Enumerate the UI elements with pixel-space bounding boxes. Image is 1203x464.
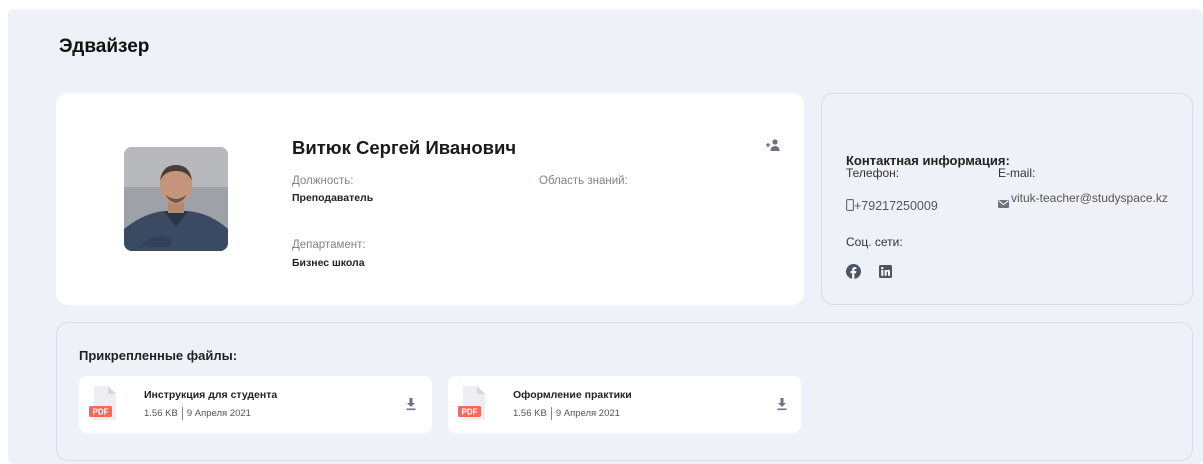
file-name: Оформление практики <box>513 389 632 401</box>
position-value: Преподаватель <box>292 192 374 204</box>
user-follow-icon[interactable] <box>765 138 781 152</box>
page-title: Эдвайзер <box>59 36 150 57</box>
file-size: 1.56 KB <box>144 408 178 419</box>
email-value[interactable]: vituk-teacher@studyspace.kz <box>1011 192 1186 205</box>
phone-icon <box>846 199 854 211</box>
file-item[interactable]: PDF Оформление практики 1.56 KB 9 Апреля… <box>448 376 801 433</box>
file-item[interactable]: PDF Инструкция для студента 1.56 KB 9 Ап… <box>79 376 432 433</box>
meta-divider <box>550 407 552 420</box>
phone-label: Телефон: <box>846 166 900 180</box>
meta-divider <box>181 407 183 420</box>
email-label: E-mail: <box>998 166 1036 180</box>
file-meta: 1.56 KB 9 Апреля 2021 <box>513 407 620 420</box>
phone-number: +79217250009 <box>854 199 938 213</box>
mail-icon <box>998 195 1009 213</box>
department-label: Департамент: <box>292 239 366 251</box>
pdf-badge: PDF <box>93 408 109 417</box>
file-size: 1.56 KB <box>513 408 547 419</box>
avatar <box>124 147 228 251</box>
file-meta: 1.56 KB 9 Апреля 2021 <box>144 407 251 420</box>
pdf-file-icon: PDF <box>458 385 488 421</box>
download-icon[interactable] <box>405 397 417 411</box>
facebook-icon[interactable] <box>846 264 861 284</box>
attached-files-title: Прикрепленные файлы: <box>79 348 238 363</box>
file-date: 9 Апреля 2021 <box>555 408 620 419</box>
download-icon[interactable] <box>776 397 788 411</box>
contacts-card: Контактная информация: Телефон: E-mail: … <box>821 93 1193 305</box>
phone-value[interactable]: +79217250009 <box>846 199 938 213</box>
linkedin-icon[interactable] <box>879 265 892 283</box>
profile-card: Витюк Сергей Иванович Должность: Препода… <box>56 93 804 305</box>
file-name: Инструкция для студента <box>144 389 278 401</box>
department-value: Бизнес школа <box>292 257 365 269</box>
attached-files-card: Прикрепленные файлы: PDF Инструкция для … <box>56 322 1193 461</box>
social-label: Соц. сети: <box>846 235 903 249</box>
pdf-file-icon: PDF <box>89 385 119 421</box>
pdf-badge: PDF <box>462 408 478 417</box>
file-date: 9 Апреля 2021 <box>186 408 251 419</box>
position-label: Должность: <box>292 175 354 187</box>
knowledge-area-label: Область знаний: <box>539 175 628 187</box>
profile-name: Витюк Сергей Иванович <box>292 137 517 158</box>
